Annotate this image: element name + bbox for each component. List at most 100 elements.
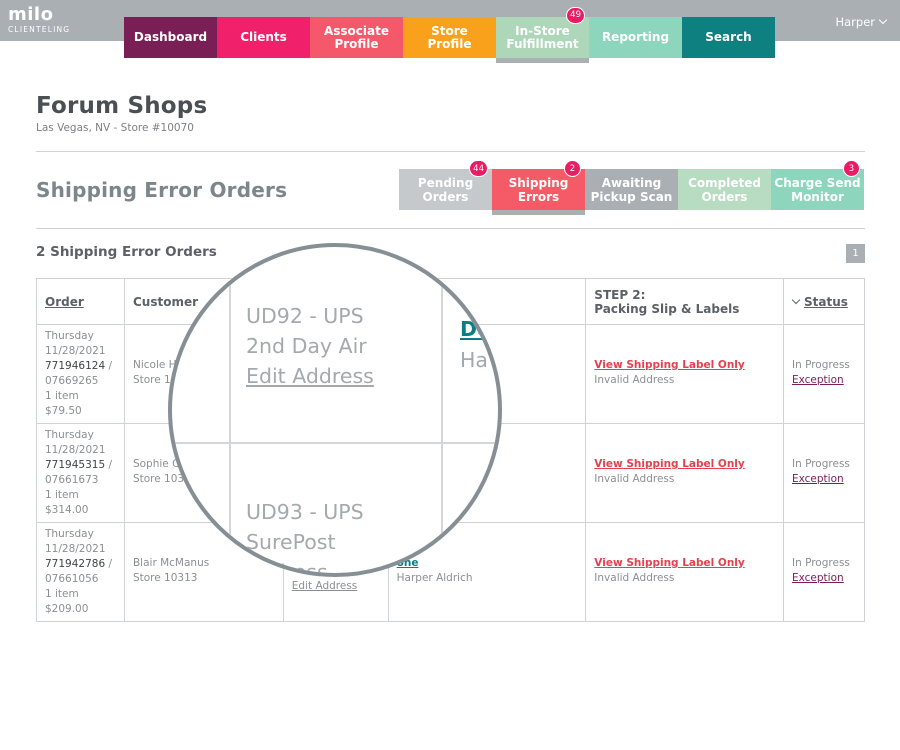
order-cell: Thursday 11/28/2021 771942786 /07661056 1 i… [36, 522, 125, 622]
magnified-grid-line [441, 247, 443, 573]
order-reference: 07661673 [45, 474, 99, 486]
nav-tab-in-store-fulfillment[interactable]: In-Store Fulfillment 49 [496, 7, 589, 63]
nav-tab-label: Clients [240, 30, 287, 44]
magnified-grid-line [229, 247, 231, 573]
order-reference: 07669265 [45, 375, 99, 387]
order-separator: / [105, 459, 113, 471]
count-badge: 44 [469, 160, 488, 177]
tab-label: Awaiting Pickup Scan [590, 175, 673, 204]
order-separator: / [105, 558, 113, 570]
tab-label: Charge Send Monitor [774, 175, 861, 204]
exception-link[interactable]: Exception [792, 472, 856, 487]
count-badge: 3 [843, 160, 860, 177]
main-nav: Dashboard Clients Associate Profile Store P… [124, 7, 775, 63]
address-error-note: Invalid Address [594, 374, 675, 386]
page-title: Forum Shops [36, 93, 208, 119]
chevron-down-icon [791, 295, 801, 304]
notification-badge: 49 [566, 7, 585, 24]
carrier-service: 2nd Day Air [246, 334, 367, 358]
nav-tab-label: Dashboard [133, 30, 208, 44]
packing-slip-cell: View Shipping Label Only Invalid Address [585, 522, 784, 622]
nav-tab-label: Store Profile [427, 23, 472, 51]
tab-completed-orders[interactable]: Completed Orders [678, 169, 771, 210]
tab-shipping-errors[interactable]: Shipping Errors 2 [492, 160, 585, 215]
divider [36, 151, 865, 152]
status-cell: In Progress Exception [782, 324, 866, 424]
count-badge: 2 [564, 160, 581, 177]
tab-pending-orders[interactable]: Pending Orders 44 [399, 160, 492, 210]
magnified-done-link[interactable]: Do [460, 317, 491, 341]
nav-tab-label: Associate Profile [323, 23, 389, 51]
order-cell: Thursday 11/28/2021 771945315 /07661673 1 i… [36, 423, 125, 523]
order-number: 771945315 [45, 459, 106, 471]
milo-logo[interactable]: milo CLIENTELING [8, 4, 71, 35]
order-column-header[interactable]: Order [36, 278, 125, 325]
step2-column-header: STEP 2: Packing Slip & Labels [585, 278, 784, 325]
user-menu[interactable]: Harper [835, 15, 888, 29]
view-shipping-label-link[interactable]: View Shipping Label Only [594, 358, 775, 373]
order-number-line: 771946124 / [45, 359, 116, 374]
tab-label: Pending Orders [417, 175, 474, 204]
view-shipping-label-link[interactable]: View Shipping Label Only [594, 556, 775, 571]
exception-link[interactable]: Exception [792, 571, 856, 586]
nav-tab-label: In-Store Fulfillment [506, 23, 579, 51]
carrier-code: UD92 - UPS [246, 304, 364, 328]
order-number-line: 771945315 / [45, 458, 116, 473]
edit-address-link[interactable]: Edit Address [292, 579, 380, 594]
magnified-carrier-2: UD93 - UPS SurePost Address [246, 497, 364, 573]
packing-slip-cell: View Shipping Label Only Invalid Address [585, 423, 784, 523]
exception-link[interactable]: Exception [792, 373, 856, 388]
order-date: 11/28/2021 [45, 345, 106, 357]
page-number-button[interactable]: 1 [846, 244, 865, 263]
status-text: In Progress [791, 359, 850, 371]
carrier-code: UD93 - UPS [246, 500, 364, 524]
customer-store: Store 10313 [132, 572, 198, 584]
tab-charge-send-monitor[interactable]: Charge Send Monitor 3 [771, 160, 864, 210]
tab-label: Shipping Errors [508, 175, 569, 204]
nav-tab-reporting[interactable]: Reporting [589, 17, 682, 58]
nav-tab-search[interactable]: Search [682, 17, 775, 58]
order-amount: $314.00 [45, 504, 89, 516]
status-text: In Progress [791, 458, 850, 470]
order-amount: $209.00 [45, 603, 89, 615]
order-date: 11/28/2021 [45, 444, 106, 456]
nav-tab-associate-profile[interactable]: Associate Profile [310, 17, 403, 58]
order-reference: 07661056 [45, 573, 99, 585]
status-text: In Progress [791, 557, 850, 569]
status-cell: In Progress Exception [782, 423, 866, 523]
address-error-note: Invalid Address [594, 572, 675, 584]
brand-tagline: CLIENTELING [8, 25, 71, 34]
section-title: Shipping Error Orders [36, 178, 288, 202]
tab-awaiting-pickup-scan[interactable]: Awaiting Pickup Scan [585, 169, 678, 210]
status-header-label: Status [803, 294, 848, 309]
associate-name: Harper Aldrich [396, 572, 473, 584]
nav-tab-label: Reporting [601, 30, 670, 44]
order-number-line: 771942786 / [45, 557, 116, 572]
order-number: 771942786 [45, 558, 106, 570]
order-day: Thursday [45, 429, 94, 441]
nav-tab-dashboard[interactable]: Dashboard [124, 17, 217, 58]
status-cell: In Progress Exception [782, 522, 866, 622]
order-day: Thursday [45, 330, 94, 342]
nav-tab-clients[interactable]: Clients [217, 17, 310, 58]
nav-tab-store-profile[interactable]: Store Profile [403, 17, 496, 58]
edit-address-link[interactable]: Edit Address [246, 361, 374, 391]
carrier-service: SurePost [246, 530, 336, 554]
order-number: 771946124 [45, 360, 106, 372]
chevron-down-icon [878, 15, 888, 25]
store-location: Las Vegas, NV - Store #10070 [36, 122, 194, 134]
view-shipping-label-link[interactable]: View Shipping Label Only [594, 457, 775, 472]
order-day: Thursday [45, 528, 94, 540]
nav-tab-label: Search [705, 30, 752, 44]
status-column-header[interactable]: Status [782, 278, 866, 325]
packing-slip-cell: View Shipping Label Only Invalid Address [585, 324, 784, 424]
divider [36, 228, 865, 229]
order-item-count: 1 item [45, 489, 79, 501]
magnified-associate-name: Ha [460, 348, 488, 372]
brand-name: milo [8, 4, 54, 25]
magnifier-lens: UD92 - UPS 2nd Day Air Edit Address Do H… [168, 243, 502, 577]
magnified-carrier-1: UD92 - UPS 2nd Day Air Edit Address [246, 301, 374, 391]
sub-nav: Pending Orders 44 Shipping Errors 2 Awaiting… [399, 160, 864, 215]
order-separator: / [105, 360, 113, 372]
order-amount: $79.50 [45, 405, 82, 417]
